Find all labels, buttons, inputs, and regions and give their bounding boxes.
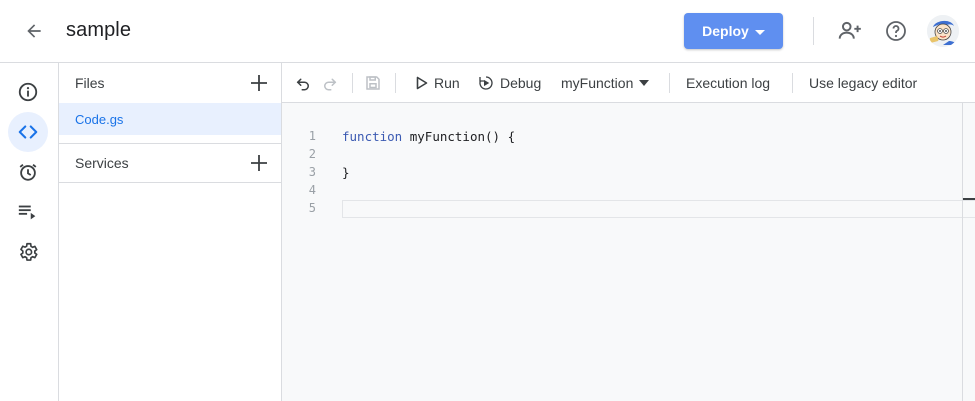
editor-toolbar: Run Debug myFunction Execution log Use l…	[282, 63, 975, 103]
project-title[interactable]: sample	[66, 19, 131, 42]
legacy-editor-button[interactable]: Use legacy editor	[809, 71, 917, 95]
line-number: 1	[308, 129, 316, 143]
arrow-back-icon	[27, 24, 41, 38]
files-panel: Files Code.gs Services	[59, 63, 282, 401]
toolbar-divider	[813, 17, 814, 45]
share-button[interactable]	[834, 15, 866, 47]
line-number: 4	[308, 183, 316, 197]
deploy-button[interactable]: Deploy	[684, 13, 783, 49]
run-label: Run	[434, 75, 460, 91]
toolbar-divider	[669, 73, 670, 93]
line-number: 3	[308, 165, 316, 179]
files-header: Files	[59, 63, 281, 103]
save-button[interactable]	[364, 71, 382, 95]
redo-button[interactable]	[321, 71, 339, 95]
toolbar-divider	[395, 73, 396, 93]
redo-icon	[324, 78, 337, 91]
line-number: 2	[308, 147, 316, 161]
undo-button[interactable]	[294, 71, 312, 95]
playlist-play-icon	[18, 205, 36, 220]
add-file-button[interactable]	[247, 71, 271, 95]
current-line-highlight	[342, 200, 975, 218]
play-icon	[416, 76, 428, 90]
debug-label: Debug	[500, 75, 542, 91]
code-line-1[interactable]: function myFunction() {	[342, 129, 515, 144]
back-button[interactable]	[18, 15, 50, 47]
save-icon	[366, 76, 380, 90]
help-button[interactable]	[880, 15, 912, 47]
rail-overview-button[interactable]	[8, 72, 48, 112]
gear-icon	[20, 242, 38, 261]
line-number: 5	[308, 201, 316, 215]
caret-down-icon	[639, 80, 650, 86]
debug-button[interactable]: Debug	[478, 71, 541, 95]
avatar-image-icon	[927, 15, 959, 47]
alarm-icon	[19, 163, 37, 181]
scrollbar-cursor-marker	[963, 198, 975, 200]
rail-settings-button[interactable]	[8, 232, 48, 272]
code-icon	[18, 125, 38, 139]
legacy-editor-label: Use legacy editor	[809, 75, 918, 91]
account-avatar[interactable]	[927, 15, 959, 47]
code-text: myFunction() {	[402, 129, 516, 144]
code-keyword: function	[342, 129, 403, 144]
section-divider	[59, 182, 281, 183]
undo-icon	[296, 78, 309, 91]
debug-icon	[479, 76, 493, 90]
function-select-value: myFunction	[561, 75, 634, 91]
code-editor[interactable]: 1 2 3 4 5 function myFunction() { }	[282, 103, 975, 401]
rail-editor-button[interactable]	[8, 112, 48, 152]
file-name: Code.gs	[75, 111, 124, 127]
services-header: Services	[59, 143, 281, 183]
execution-log-button[interactable]: Execution log	[686, 71, 770, 95]
execution-log-label: Execution log	[686, 75, 771, 91]
person-add-icon	[838, 21, 861, 39]
file-item-code-gs[interactable]: Code.gs	[59, 103, 281, 135]
add-service-button[interactable]	[247, 151, 271, 175]
caret-down-icon	[754, 29, 765, 35]
navigation-rail	[0, 63, 59, 401]
plus-icon	[251, 75, 267, 91]
toolbar-divider	[352, 73, 353, 93]
function-select[interactable]: myFunction	[561, 71, 650, 95]
run-button[interactable]: Run	[416, 71, 460, 95]
plus-icon	[251, 155, 267, 171]
rail-executions-button[interactable]	[8, 192, 48, 232]
deploy-button-label: Deploy	[702, 23, 749, 39]
editor-scrollbar[interactable]	[962, 103, 963, 401]
help-icon	[886, 21, 906, 41]
info-icon	[18, 82, 38, 102]
toolbar-divider	[792, 73, 793, 93]
rail-triggers-button[interactable]	[8, 152, 48, 192]
top-app-bar: sample Deploy	[0, 0, 975, 63]
code-line-3[interactable]: }	[342, 165, 350, 180]
